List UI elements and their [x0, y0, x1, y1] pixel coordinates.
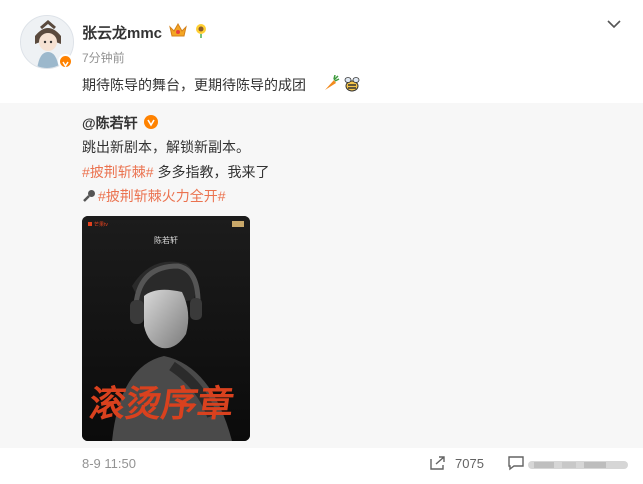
verified-badge-icon: [144, 115, 158, 129]
verified-badge-icon: [58, 54, 73, 69]
author-name[interactable]: 张云龙mmc: [82, 22, 162, 43]
sunflower-icon: [193, 22, 209, 38]
hashtag-link[interactable]: #披荆斩棘#: [82, 164, 154, 180]
poster-logo: 芒果tv: [94, 221, 108, 228]
repost-text: 跳出新剧本，解锁新副本。: [82, 139, 250, 155]
share-icon[interactable]: [429, 455, 447, 471]
repost-line-3: #披荆斩棘火力全开#: [82, 186, 226, 206]
carrot-icon: [322, 74, 340, 93]
post-datetime: 8-9 11:50: [82, 456, 136, 471]
microphone-icon: [82, 189, 96, 203]
repost-line-2: #披荆斩棘# 多多指教，我来了: [82, 162, 269, 182]
weibo-post-card: 张云龙mmc 7分钟前 期待陈导的舞台，更期待陈导的成团 @陈若轩 跳出新剧本，…: [0, 0, 643, 484]
poster-image[interactable]: 芒果tv 陈若轩 滚烫序章: [82, 216, 250, 441]
original-author[interactable]: @陈若轩: [82, 113, 138, 133]
post-text: 期待陈导的舞台，更期待陈导的成团: [82, 77, 306, 93]
comment-icon[interactable]: [507, 455, 525, 471]
repost-text: 多多指教，我来了: [153, 164, 270, 180]
post-time: 7分钟前: [82, 51, 125, 65]
hashtag-link[interactable]: #披荆斩棘火力全开#: [98, 188, 226, 204]
share-count: 7075: [455, 456, 484, 471]
crown-icon: [168, 22, 188, 38]
poster-title: 滚烫序章: [87, 382, 237, 425]
bee-icon: [343, 75, 361, 93]
blurred-actions: [528, 458, 628, 470]
chevron-down-icon[interactable]: [606, 17, 622, 29]
repost-line-1: 跳出新剧本，解锁新副本。: [82, 137, 250, 157]
poster-name: 陈若轩: [154, 235, 178, 245]
